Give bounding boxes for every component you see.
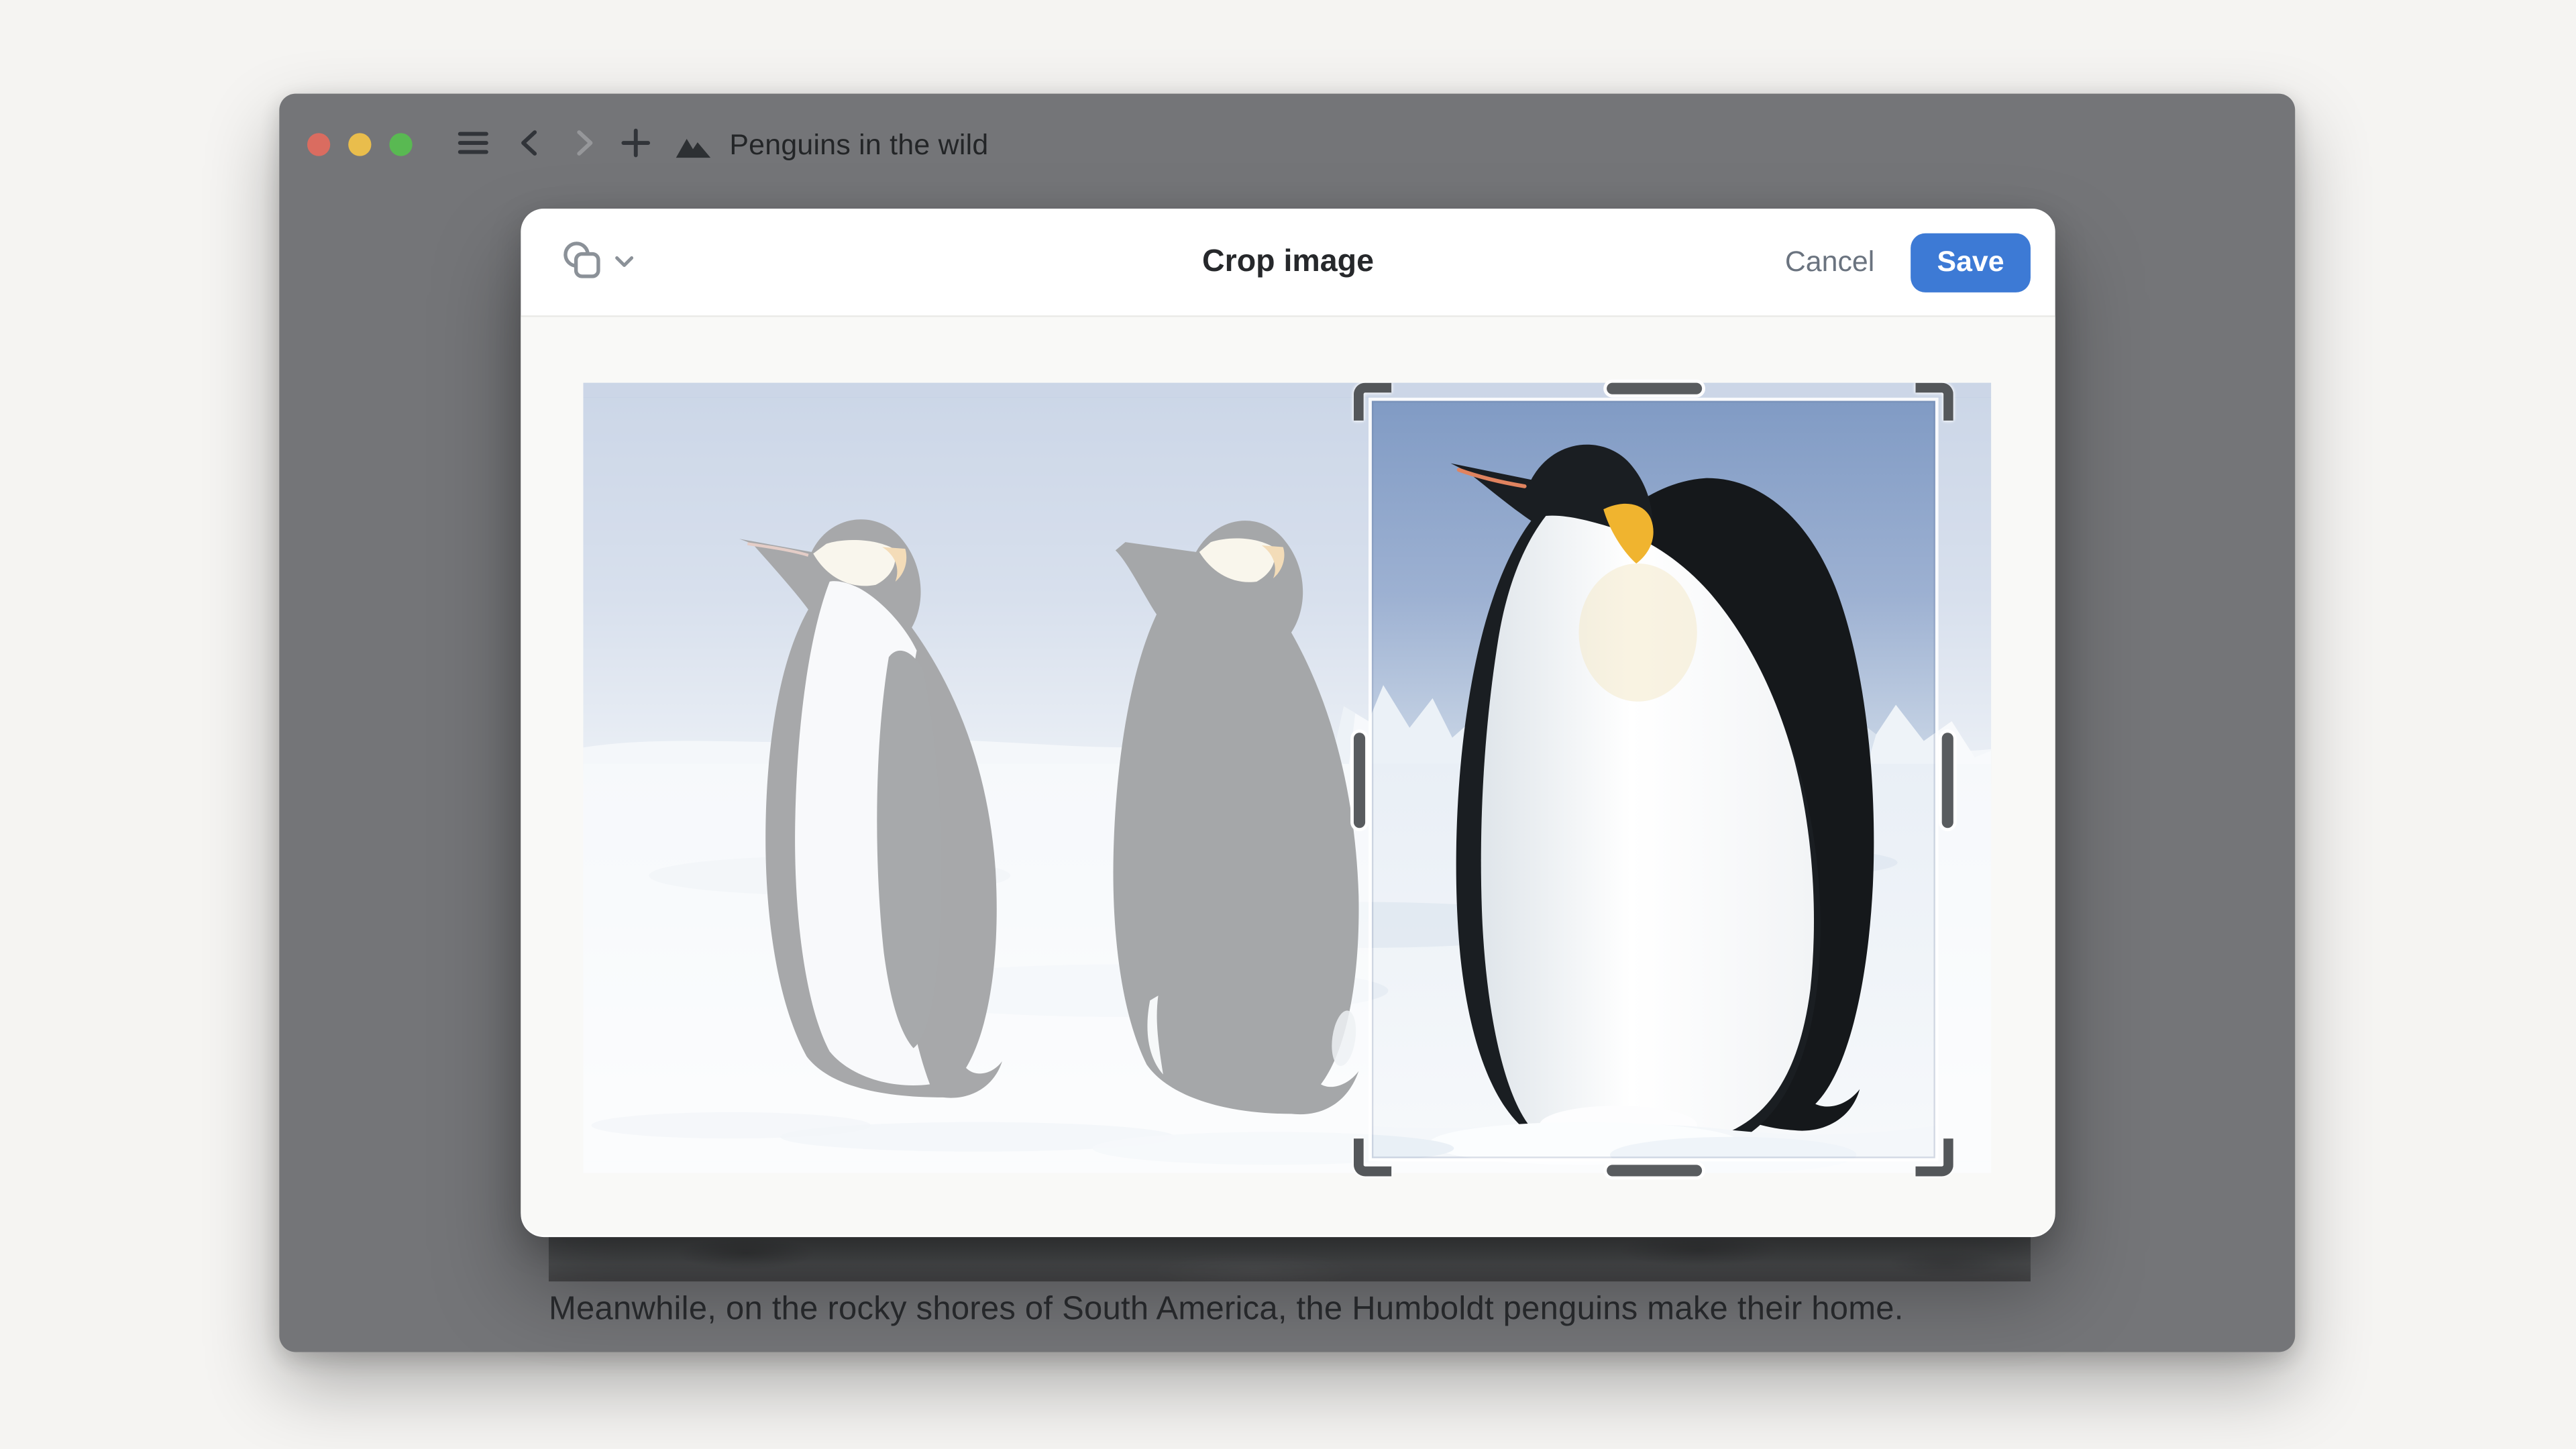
crop-dim-left [583,398,1368,1162]
menu-button[interactable] [455,124,491,165]
crop-handle-left[interactable] [1354,732,1365,827]
crop-handle-top-right[interactable] [1916,383,1953,421]
window-title: Penguins in the wild [729,127,988,162]
cancel-button[interactable]: Cancel [1785,245,1874,279]
mountain-icon [674,128,713,161]
traffic-lights [307,133,413,156]
titlebar: Penguins in the wild [279,94,2295,196]
new-tab-button[interactable] [618,124,654,165]
menu-icon [455,124,491,165]
minimize-window-button[interactable] [348,133,371,156]
crop-handle-top[interactable] [1606,383,1701,394]
document-image-strip [549,1237,2031,1281]
page-root: Penguins in the wild Meanwhile, on the r… [0,0,2576,1449]
crop-handle-bottom[interactable] [1606,1165,1701,1176]
zoom-window-button[interactable] [389,133,412,156]
crop-handle-bottom-right[interactable] [1916,1138,1953,1176]
close-window-button[interactable] [307,133,330,156]
plus-icon [618,124,654,165]
crop-dialog: Crop image Cancel Save [521,209,2055,1237]
crop-handle-top-left[interactable] [1354,383,1391,421]
crop-handle-right[interactable] [1942,732,1953,827]
dialog-actions: Cancel Save [1785,233,2031,292]
back-button[interactable] [515,125,547,163]
chevron-down-icon [614,250,634,274]
chevron-right-icon [567,125,600,163]
crop-dialog-body [521,317,2055,1236]
aspect-ratio-button[interactable] [560,237,634,286]
crop-handle-bottom-left[interactable] [1354,1138,1391,1176]
crop-dim-top [583,383,1991,398]
shapes-icon [560,237,604,286]
chevron-left-icon [515,125,547,163]
crop-selection[interactable] [1368,398,1939,1162]
save-button[interactable]: Save [1911,233,2031,292]
photo-canvas [583,383,1991,1173]
crop-dim-bottom [583,1161,1991,1173]
crop-dialog-header: Crop image Cancel Save [521,209,2055,317]
document-caption: Meanwhile, on the rocky shores of South … [549,1291,2093,1329]
forward-button[interactable] [567,125,600,163]
